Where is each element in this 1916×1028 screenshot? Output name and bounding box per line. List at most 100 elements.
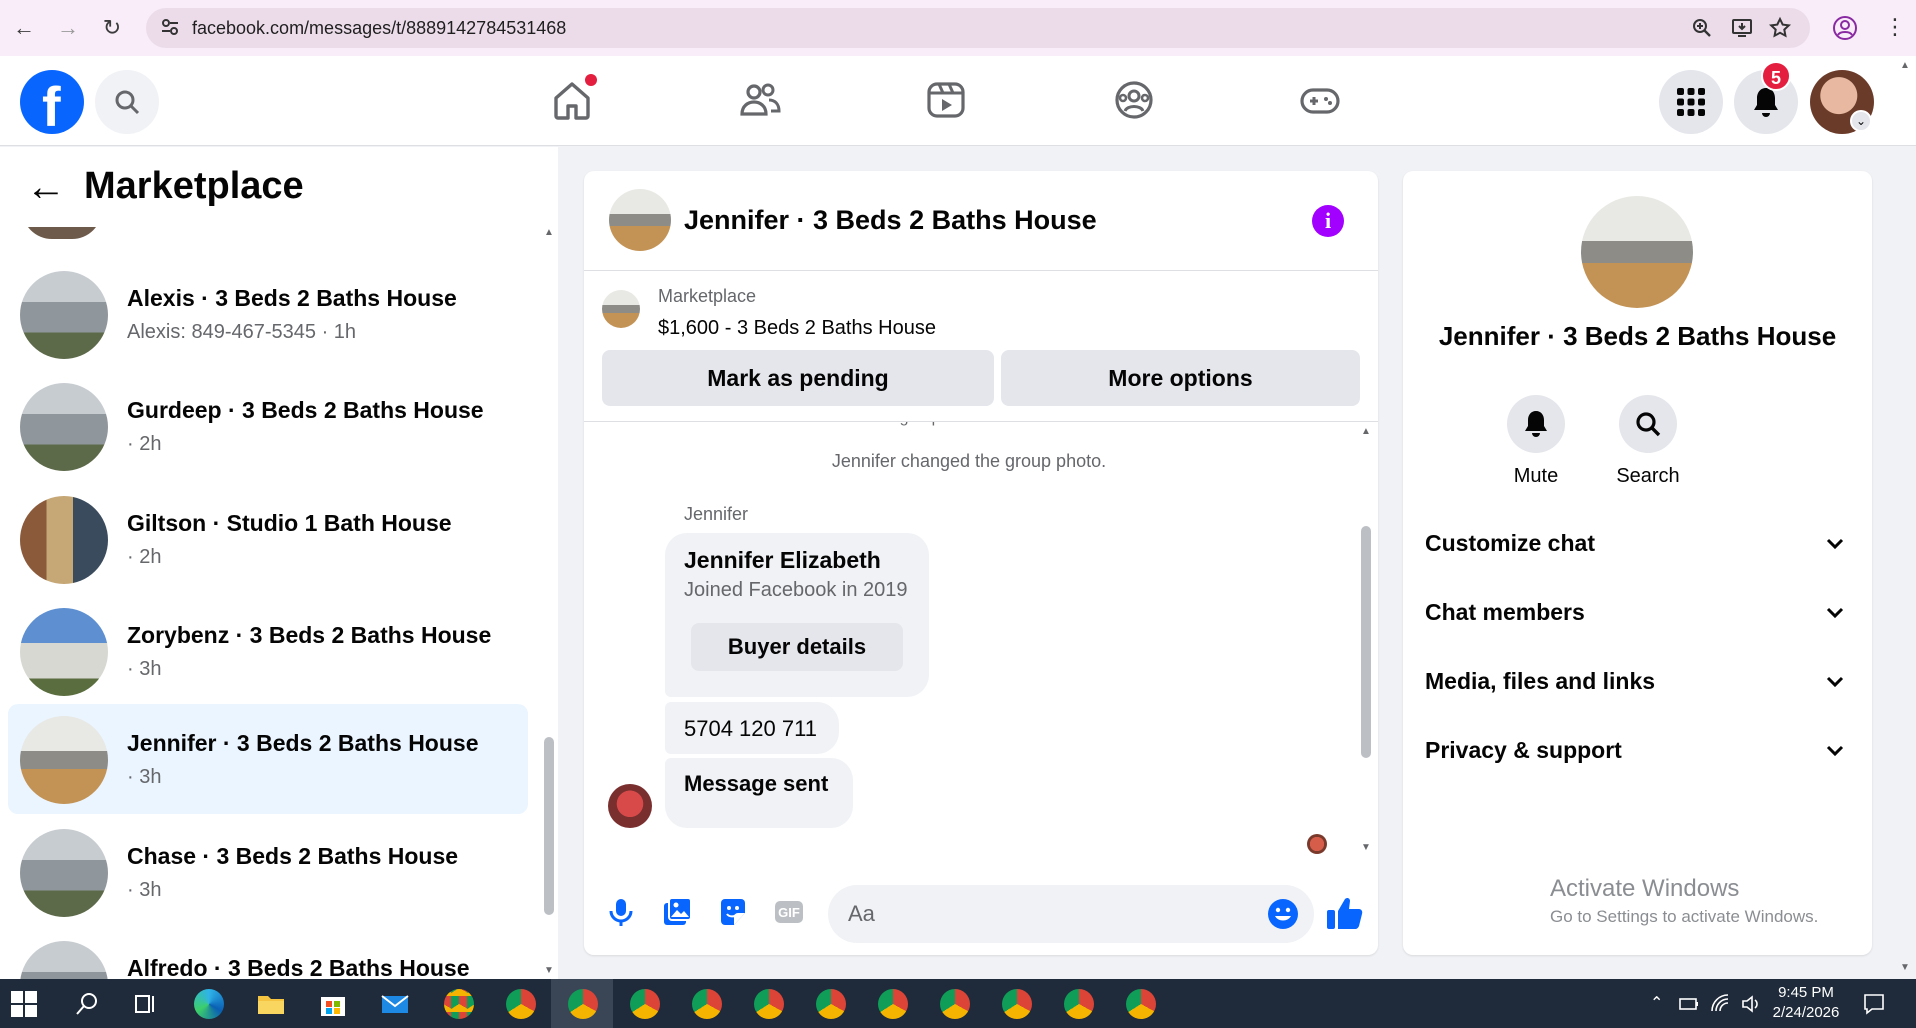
chrome-icon[interactable] [444, 989, 474, 1019]
info-icon[interactable]: i [1312, 205, 1344, 237]
chrome-icon[interactable] [1002, 989, 1032, 1019]
conversation-item[interactable]: Chase · 3 Beds 2 Baths House · 3h [8, 817, 528, 927]
system-clock[interactable]: 9:45 PM 2/24/2026 [1756, 983, 1856, 1023]
profile-icon[interactable] [1832, 15, 1858, 41]
microphone-icon[interactable] [604, 895, 638, 929]
mail-icon[interactable] [380, 989, 410, 1019]
site-settings-icon[interactable] [160, 17, 180, 37]
scroll-up-icon[interactable]: ▲ [1900, 60, 1910, 71]
chat-avatar[interactable] [609, 189, 671, 251]
gif-icon[interactable]: GIF [772, 895, 806, 929]
conversation-item[interactable]: Giltson · Studio 1 Bath House · 2h [8, 484, 528, 594]
thumbs-up-icon[interactable] [1324, 893, 1364, 933]
watermark-title: Activate Windows [1550, 875, 1740, 902]
photo-attach-icon[interactable] [660, 895, 694, 929]
section-label: Customize chat [1425, 530, 1595, 556]
chrome-icon[interactable] [1064, 989, 1094, 1019]
chrome-icon[interactable] [630, 989, 660, 1019]
conversation-preview: · 2h [127, 433, 162, 455]
notification-center-icon[interactable] [1862, 992, 1886, 1016]
chat-members-section[interactable]: Chat members [1425, 585, 1850, 641]
store-icon[interactable] [318, 989, 348, 1019]
tray-chevron-up-icon[interactable]: ⌃ [1650, 993, 1663, 1013]
sender-name: Jennifer [684, 504, 749, 524]
chat-scrollbar[interactable]: ▲ ▼ [1359, 426, 1373, 856]
home-notification-dot [585, 74, 597, 86]
back-arrow-icon[interactable]: ← [26, 167, 66, 207]
svg-text:GIF: GIF [778, 905, 800, 920]
scroll-up-icon[interactable]: ▲ [544, 227, 554, 238]
chrome-icon[interactable] [940, 989, 970, 1019]
menu-kebab-icon[interactable]: ⋮ [1884, 14, 1906, 40]
install-app-icon[interactable] [1730, 16, 1754, 40]
privacy-support-section[interactable]: Privacy & support [1425, 723, 1850, 779]
search-circle[interactable] [1619, 395, 1677, 453]
emoji-icon[interactable] [1266, 897, 1300, 931]
conversation-item-active[interactable]: Jennifer · 3 Beds 2 Baths House · 3h [8, 704, 528, 814]
wifi-icon[interactable] [1710, 993, 1732, 1015]
sidebar-header: ← Marketplace [0, 147, 558, 227]
buyer-joined: Joined Facebook in 2019 [684, 579, 908, 601]
chrome-icon[interactable] [506, 989, 536, 1019]
facebook-logo-icon[interactable]: f [20, 70, 84, 138]
chrome-icon[interactable] [816, 989, 846, 1019]
windows-start-icon[interactable] [11, 991, 37, 1017]
battery-icon[interactable] [1678, 993, 1700, 1015]
listing-title[interactable]: $1,600 - 3 Beds 2 Baths House [658, 317, 936, 340]
chrome-icon[interactable] [878, 989, 908, 1019]
sidebar-title: Marketplace [84, 165, 304, 207]
search-conversation-button[interactable]: Search [1592, 395, 1704, 488]
sidebar-scrollbar[interactable]: ▲ ▼ [544, 227, 556, 979]
edge-browser-icon[interactable] [194, 989, 224, 1019]
conversation-item[interactable]: Alfredo · 3 Beds 2 Baths House [8, 929, 528, 979]
conversation-item[interactable]: Zorybenz · 3 Beds 2 Baths House · 3h [8, 596, 528, 706]
conversation-item[interactable]: Gurdeep · 3 Beds 2 Baths House · 2h [8, 371, 528, 481]
scroll-down-icon[interactable]: ▼ [1900, 962, 1910, 973]
friends-icon[interactable] [736, 76, 784, 124]
forward-arrow-icon[interactable]: → [54, 14, 82, 42]
zoom-icon[interactable] [1690, 16, 1714, 40]
groups-icon[interactable] [1110, 76, 1158, 124]
chrome-icon[interactable] [692, 989, 722, 1019]
page-scrollbar[interactable]: ▲ ▼ [1900, 60, 1914, 980]
system-message: Jennifer changed the group photo. [831, 451, 1107, 471]
section-label: Chat members [1425, 599, 1585, 625]
scrollbar-thumb[interactable] [544, 737, 554, 915]
media-files-section[interactable]: Media, files and links [1425, 654, 1850, 710]
apps-grid-icon [1677, 88, 1705, 116]
chrome-icon[interactable] [568, 989, 598, 1019]
chrome-icon[interactable] [754, 989, 784, 1019]
bookmark-star-icon[interactable] [1768, 16, 1792, 40]
video-reels-icon[interactable] [922, 76, 970, 124]
chat-header: Jennifer · 3 Beds 2 Baths House i [584, 171, 1378, 271]
buyer-details-button[interactable]: Buyer details [691, 623, 903, 671]
sticker-icon[interactable] [716, 895, 750, 929]
scroll-down-icon[interactable]: ▼ [1361, 842, 1371, 853]
more-options-button[interactable]: More options [1001, 350, 1360, 406]
message-input[interactable] [828, 885, 1314, 943]
search-icon[interactable] [72, 989, 102, 1019]
mute-button[interactable]: Mute [1480, 395, 1592, 488]
scroll-down-icon[interactable]: ▼ [544, 965, 554, 976]
group-photo[interactable] [1581, 196, 1693, 308]
scroll-up-icon[interactable]: ▲ [1361, 426, 1371, 437]
file-explorer-icon[interactable] [256, 989, 286, 1019]
address-bar[interactable]: facebook.com/messages/t/8889142784531468 [146, 8, 1810, 48]
chevron-down-icon[interactable]: ⌄ [1850, 110, 1872, 132]
listing-thumbnail[interactable] [602, 290, 640, 328]
chat-title[interactable]: Jennifer · 3 Beds 2 Baths House [684, 205, 1097, 236]
mark-as-pending-button[interactable]: Mark as pending [602, 350, 994, 406]
mute-circle[interactable] [1507, 395, 1565, 453]
reload-icon[interactable]: ↻ [98, 14, 126, 42]
task-view-icon[interactable] [130, 989, 160, 1019]
customize-chat-section[interactable]: Customize chat [1425, 516, 1850, 572]
gaming-icon[interactable] [1296, 76, 1344, 124]
chrome-icon[interactable] [1126, 989, 1156, 1019]
conversation-item[interactable]: Alexis · 3 Beds 2 Baths House Alexis: 84… [8, 259, 528, 369]
scrollbar-thumb[interactable] [1361, 526, 1371, 758]
search-button[interactable] [95, 70, 159, 134]
back-arrow-icon[interactable]: ← [10, 14, 38, 42]
url-text[interactable]: facebook.com/messages/t/8889142784531468 [192, 18, 566, 39]
sender-avatar[interactable] [608, 784, 652, 828]
menu-button[interactable] [1659, 70, 1723, 134]
